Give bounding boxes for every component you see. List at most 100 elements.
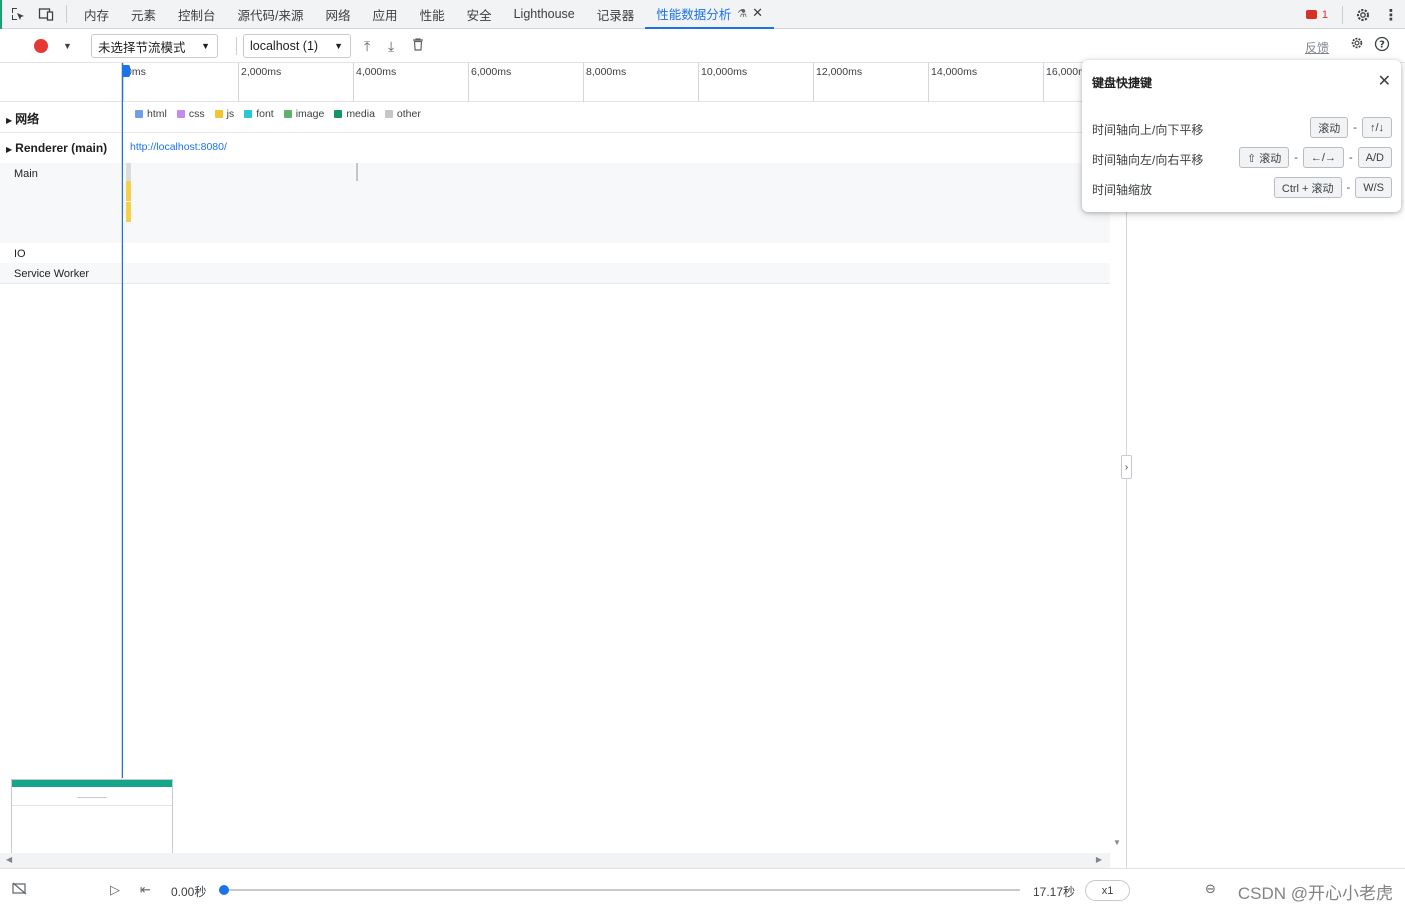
record-button[interactable] <box>34 38 48 53</box>
tab-security[interactable]: 安全 <box>456 0 503 29</box>
main-track-bg <box>0 163 1110 243</box>
collapse-panel-chevron-icon[interactable]: › <box>1121 455 1132 479</box>
thumbnail-line <box>12 805 172 806</box>
playback-slider-thumb[interactable] <box>219 885 229 895</box>
delete-trash-icon[interactable] <box>412 38 424 54</box>
track-renderer[interactable]: ▶ Renderer (main) <box>6 141 107 155</box>
shortcut-name: 时间轴向左/向右平移 <box>1092 153 1204 167</box>
network-legend: html css js font image media other <box>135 108 421 120</box>
playback-speed-value: x1 <box>1101 884 1114 897</box>
capture-settings-gear-icon[interactable] <box>1350 36 1364 54</box>
tab-label: 性能数据分析 <box>656 7 732 22</box>
ruler-tick: 8,000ms <box>583 63 626 102</box>
play-icon[interactable]: ▷ <box>110 882 120 898</box>
legend-label: js <box>226 108 235 120</box>
playhead-handle[interactable] <box>123 65 130 77</box>
chevron-down-icon: ▼ <box>334 41 343 51</box>
legend-label: font <box>256 108 274 120</box>
track-divider <box>0 283 1110 284</box>
expand-triangle-icon: ▶ <box>6 116 13 125</box>
tab-label: 应用 <box>372 8 398 23</box>
ruler-tick: 4,000ms <box>353 63 396 102</box>
watermark-text: CSDN @开心小老虎 <box>1237 884 1393 903</box>
tab-label: 记录器 <box>596 8 635 23</box>
key-separator: - <box>1294 151 1298 164</box>
shortcut-key: ←/→ <box>1302 147 1344 168</box>
track-label-text: 网络 <box>15 112 40 126</box>
inspect-element-icon[interactable] <box>4 0 32 28</box>
throttle-select-value: 未选择节流模式 <box>98 40 186 55</box>
playback-speed-button[interactable]: x1 <box>1085 880 1130 901</box>
track-sidebar <box>0 63 122 853</box>
track-service-worker: Service Worker <box>14 268 89 280</box>
recording-select[interactable]: localhost (1) ▼ <box>243 34 351 58</box>
legend-swatch <box>135 110 143 118</box>
renderer-url-link[interactable]: http://localhost:8080/ <box>130 141 227 153</box>
total-time: 17.17秒 <box>1033 885 1076 899</box>
tab-label: 内存 <box>84 8 110 23</box>
shortcut-row: 时间轴缩放 Ctrl + 滚动 - W/S <box>1092 177 1392 199</box>
zoom-out-icon[interactable]: ⊖ <box>1205 881 1216 897</box>
legend-item: js <box>214 108 235 120</box>
help-icon[interactable]: ? <box>1374 36 1390 56</box>
legend-label: css <box>188 108 205 120</box>
shortcut-key: W/S <box>1355 177 1392 198</box>
issues-counter[interactable]: 1 <box>1298 9 1336 21</box>
device-toolbar-icon[interactable] <box>32 0 60 28</box>
tab-console[interactable]: 控制台 <box>167 0 227 29</box>
legend-label: other <box>396 108 421 120</box>
scroll-down-arrow-icon[interactable]: ▼ <box>1113 838 1121 847</box>
main-script-block[interactable] <box>126 202 131 222</box>
download-icon[interactable]: ⤓ <box>388 38 394 55</box>
scroll-right-arrow-icon[interactable]: ▶ <box>1096 855 1102 864</box>
track-network[interactable]: ▶ 网络 <box>6 110 39 127</box>
screenshot-thumbnail[interactable] <box>11 779 173 859</box>
track-main: Main <box>14 168 38 180</box>
key-separator: - <box>1348 151 1353 164</box>
tab-performance[interactable]: 性能 <box>409 0 456 29</box>
scroll-left-arrow-icon[interactable]: ◀ <box>6 855 12 864</box>
playback-slider[interactable] <box>224 889 1020 891</box>
track-io: IO <box>14 248 26 260</box>
more-options-icon[interactable]: ⋮ <box>1377 1 1405 29</box>
upload-icon[interactable]: ⤒ <box>364 38 370 55</box>
shortcut-row: 时间轴向上/向下平移 滚动 - ↑/↓ <box>1092 117 1392 139</box>
horizontal-scrollbar[interactable]: ◀ ▶ <box>0 853 1110 868</box>
tab-application[interactable]: 应用 <box>362 0 409 29</box>
throttle-select[interactable]: 未选择节流模式 ▼ <box>91 34 218 58</box>
legend-swatch <box>176 110 185 118</box>
shortcut-key: A/D <box>1357 147 1392 168</box>
screenshots-toggle-icon[interactable] <box>12 882 27 898</box>
settings-gear-icon[interactable] <box>1349 1 1377 29</box>
legend-item: css <box>176 108 205 120</box>
tab-lighthouse[interactable]: Lighthouse <box>503 0 586 29</box>
legend-item: html <box>135 108 167 120</box>
tab-recorder[interactable]: 记录器 <box>586 0 646 29</box>
tab-network[interactable]: 网络 <box>315 0 362 29</box>
shortcut-name: 时间轴缩放 <box>1092 183 1153 197</box>
shortcut-key: ↑/↓ <box>1361 117 1392 138</box>
tab-memory[interactable]: 内存 <box>73 0 120 29</box>
main-script-block[interactable] <box>126 181 131 201</box>
experiment-beaker-icon: ⚗ <box>737 7 748 20</box>
main-task-marker[interactable] <box>356 163 358 181</box>
record-options-chevron-down-icon[interactable]: ▼ <box>63 41 72 51</box>
tab-performance-insights[interactable]: 性能数据分析 ⚗ ✕ <box>645 0 775 29</box>
tab-elements[interactable]: 元素 <box>120 0 167 29</box>
feedback-link[interactable]: 反馈 <box>1305 39 1329 56</box>
ruler-tick: 10,000ms <box>698 63 747 102</box>
tabbar-separator <box>66 5 67 23</box>
jump-to-start-icon[interactable]: ⇤ <box>140 882 151 898</box>
close-tab-icon[interactable]: ✕ <box>752 5 763 21</box>
track-divider <box>0 132 1110 133</box>
tab-label: 元素 <box>131 8 157 23</box>
legend-label: image <box>295 108 325 120</box>
main-task-block[interactable] <box>126 163 131 181</box>
timeline-view[interactable]: 0ms 2,000ms 4,000ms 6,000ms 8,000ms 10,0… <box>0 63 1110 853</box>
close-dialog-icon[interactable]: ✕ <box>1378 71 1391 91</box>
timeline-ruler: 0ms 2,000ms 4,000ms 6,000ms 8,000ms 10,0… <box>0 63 1110 102</box>
issue-flag-icon <box>1305 10 1317 19</box>
tab-sources[interactable]: 源代码/来源 <box>227 0 315 29</box>
issues-count: 1 <box>1321 8 1328 21</box>
devtools-tab-bar: 内存 元素 控制台 源代码/来源 网络 应用 性能 安全 Lighthouse … <box>0 0 1405 909</box>
